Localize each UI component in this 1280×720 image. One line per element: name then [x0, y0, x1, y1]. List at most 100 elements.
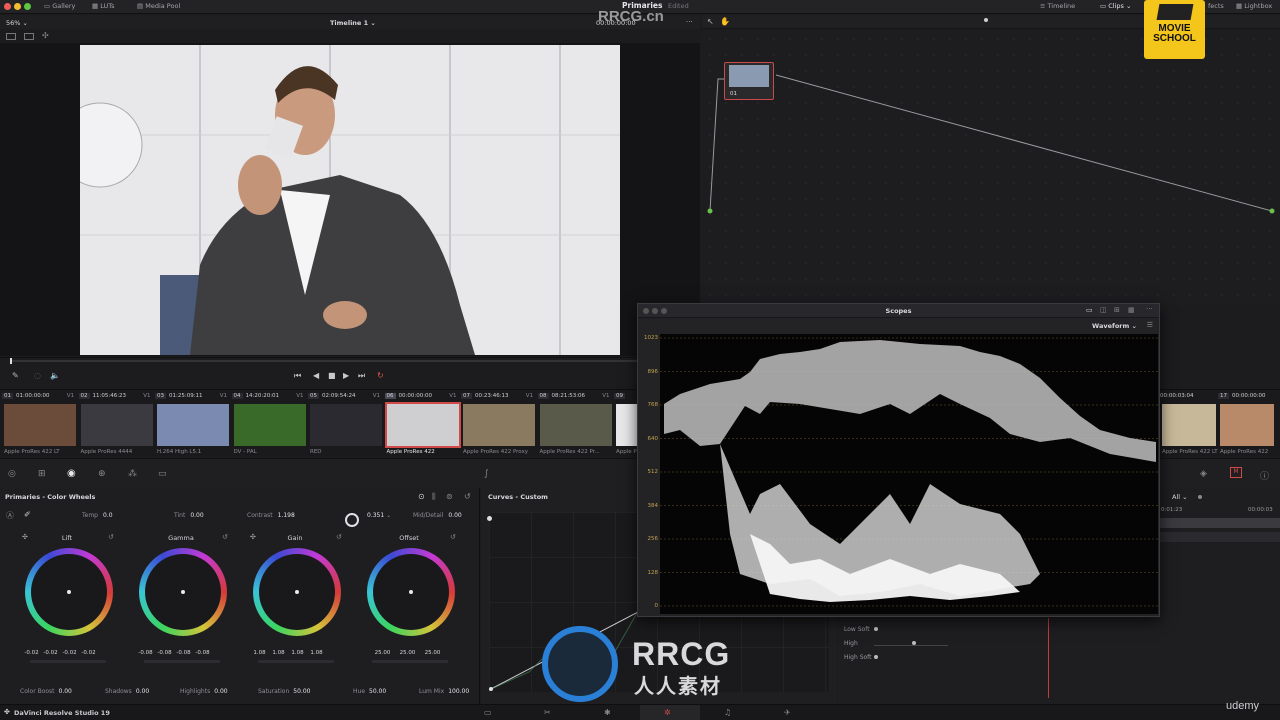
- serial-node-01[interactable]: 01: [724, 62, 774, 100]
- loop-icon[interactable]: ↻: [377, 371, 384, 380]
- keyframe-track[interactable]: [1160, 518, 1280, 528]
- loop-view-icon[interactable]: ◌: [34, 371, 41, 380]
- shadows-param[interactable]: Shadows 0.00: [105, 688, 149, 695]
- zoom-window-button[interactable]: [24, 3, 31, 10]
- scope-type-selector[interactable]: Waveform ⌄: [1092, 322, 1137, 330]
- lift-g-value[interactable]: -0.02: [60, 650, 79, 656]
- white-balance-picker-icon[interactable]: ✐: [24, 510, 31, 519]
- gain-y-value[interactable]: 1.08: [250, 650, 269, 656]
- wheels-mode-icon[interactable]: ⊙: [418, 492, 425, 501]
- offset-reset-icon[interactable]: ↺: [450, 533, 456, 541]
- cut-page-icon[interactable]: ✂: [544, 708, 551, 717]
- lightbox-tab[interactable]: ▦ Lightbox: [1236, 2, 1272, 10]
- high-handle[interactable]: [912, 641, 916, 645]
- timeline-selector[interactable]: Timeline 1 ⌄: [330, 19, 376, 27]
- clip-thumbnail[interactable]: 17 00:00:00:00 Apple ProRes 422: [1218, 390, 1276, 458]
- hdr-icon[interactable]: ▭: [158, 469, 167, 479]
- lift-wheel[interactable]: [25, 548, 113, 636]
- keyframes-icon[interactable]: M: [1230, 467, 1242, 478]
- gamma-r-value[interactable]: -0.08: [155, 650, 174, 656]
- color-wheels-icon[interactable]: ◉: [67, 468, 76, 479]
- auto-balance-icon[interactable]: Ⓐ: [6, 510, 14, 521]
- scopes-options-icon[interactable]: ···: [1146, 305, 1153, 313]
- mid-detail-param[interactable]: Mid/Detail 0.00: [413, 512, 462, 519]
- gain-r-value[interactable]: 1.08: [269, 650, 288, 656]
- lift-reset-icon[interactable]: ↺: [108, 533, 114, 541]
- offset-g-value[interactable]: 25.00: [395, 650, 420, 656]
- scopes-titlebar[interactable]: Scopes ▭ ◫ ⊞ ▦ ···: [638, 304, 1159, 318]
- sizing-icon[interactable]: ◈: [1200, 469, 1207, 479]
- media-page-icon[interactable]: ▭: [484, 708, 492, 717]
- gamma-wheel[interactable]: [139, 548, 227, 636]
- gain-wheel-puck[interactable]: [295, 590, 299, 594]
- scope-settings-icon[interactable]: ☰: [1147, 321, 1153, 329]
- camera-raw-icon[interactable]: ◎: [8, 469, 16, 479]
- rgb-mixer-icon[interactable]: ⊕: [98, 469, 106, 479]
- zoom-selector[interactable]: 56% ⌄: [6, 19, 28, 27]
- go-to-start-icon[interactable]: ⏮: [294, 371, 301, 381]
- audio-icon[interactable]: 🔈: [50, 371, 60, 380]
- close-window-button[interactable]: [4, 3, 11, 10]
- clip-thumbnail[interactable]: 03 01:25:09:11 V1 H.264 High L5.1: [155, 390, 231, 458]
- clip-thumbnail[interactable]: 05 02:09:54:24 V1 RED: [308, 390, 384, 458]
- high-slider[interactable]: [874, 645, 948, 646]
- luts-tab[interactable]: ▦ LUTs: [92, 2, 115, 10]
- motion-effects-icon[interactable]: ⁂: [128, 469, 137, 479]
- gain-b-value[interactable]: 1.08: [307, 650, 326, 656]
- split-screen-icon[interactable]: [24, 33, 34, 40]
- offset-wheel[interactable]: [367, 548, 455, 636]
- highlights-param[interactable]: Highlights 0.00: [180, 688, 228, 695]
- fairlight-page-icon[interactable]: ♫: [724, 708, 731, 717]
- gain-g-value[interactable]: 1.08: [288, 650, 307, 656]
- lum-mix-param[interactable]: Lum Mix 100.00: [419, 688, 469, 695]
- info-icon[interactable]: ⓘ: [1260, 469, 1269, 482]
- offset-b-value[interactable]: 25.00: [420, 650, 445, 656]
- gamma-g-value[interactable]: -0.08: [174, 650, 193, 656]
- playhead[interactable]: [10, 358, 12, 364]
- clip-thumbnail[interactable]: 07 00:23:46:13 V1 Apple ProRes 422 Proxy: [461, 390, 537, 458]
- pivot-value[interactable]: 0.351: [367, 512, 384, 519]
- color-match-icon[interactable]: ⊞: [38, 469, 46, 479]
- color-boost-value[interactable]: 0.00: [59, 688, 72, 695]
- curve-black-point[interactable]: [489, 687, 493, 691]
- step-back-icon[interactable]: ◀: [313, 371, 319, 380]
- gamma-b-value[interactable]: -0.08: [193, 650, 212, 656]
- full-scope-icon[interactable]: ▦: [1128, 306, 1135, 314]
- high-soft-handle[interactable]: [874, 655, 878, 659]
- offset-master-slider[interactable]: [372, 660, 448, 663]
- log-mode-icon[interactable]: ⊚: [446, 492, 453, 501]
- stop-icon[interactable]: ■: [328, 371, 336, 380]
- image-wipe-icon[interactable]: [6, 33, 16, 40]
- low-soft-handle[interactable]: [874, 627, 878, 631]
- color-page-icon[interactable]: ✲: [664, 708, 671, 717]
- scrubber-track[interactable]: [10, 360, 690, 362]
- saturation-value[interactable]: 50.00: [293, 688, 310, 695]
- saturation-param[interactable]: Saturation 50.00: [258, 688, 310, 695]
- play-icon[interactable]: ▶: [343, 371, 349, 380]
- clips-tab[interactable]: ▭ Clips ⌄: [1100, 2, 1131, 10]
- gain-reset-icon[interactable]: ↺: [336, 533, 342, 541]
- single-scope-icon[interactable]: ▭: [1086, 306, 1093, 314]
- contrast-param[interactable]: Contrast 1.198: [247, 512, 295, 519]
- lift-wheel-puck[interactable]: [67, 590, 71, 594]
- offset-r-value[interactable]: 25.00: [370, 650, 395, 656]
- minimize-window-button[interactable]: [14, 3, 21, 10]
- lift-r-value[interactable]: -0.02: [41, 650, 60, 656]
- reset-all-icon[interactable]: ↺: [464, 492, 471, 501]
- contrast-value[interactable]: 1.198: [278, 512, 295, 519]
- gamma-y-value[interactable]: -0.08: [136, 650, 155, 656]
- curves-icon[interactable]: ∫: [484, 469, 489, 479]
- tint-param[interactable]: Tint 0.00: [174, 512, 204, 519]
- keyframe-filter[interactable]: All ⌄: [1172, 493, 1188, 501]
- eyedropper-icon[interactable]: ✎: [12, 371, 19, 380]
- more-options-icon[interactable]: ···: [686, 18, 693, 26]
- hue-param[interactable]: Hue 50.00: [353, 688, 386, 695]
- tint-value[interactable]: 0.00: [190, 512, 203, 519]
- media-pool-tab[interactable]: ▤ Media Pool: [137, 2, 180, 10]
- highlight-icon[interactable]: ✣: [42, 31, 49, 40]
- dual-scope-icon[interactable]: ◫: [1100, 306, 1107, 314]
- fusion-page-icon[interactable]: ✱: [604, 708, 611, 717]
- shadows-value[interactable]: 0.00: [136, 688, 149, 695]
- gain-master-slider[interactable]: [258, 660, 334, 663]
- keyframe-track-2[interactable]: [1160, 532, 1280, 542]
